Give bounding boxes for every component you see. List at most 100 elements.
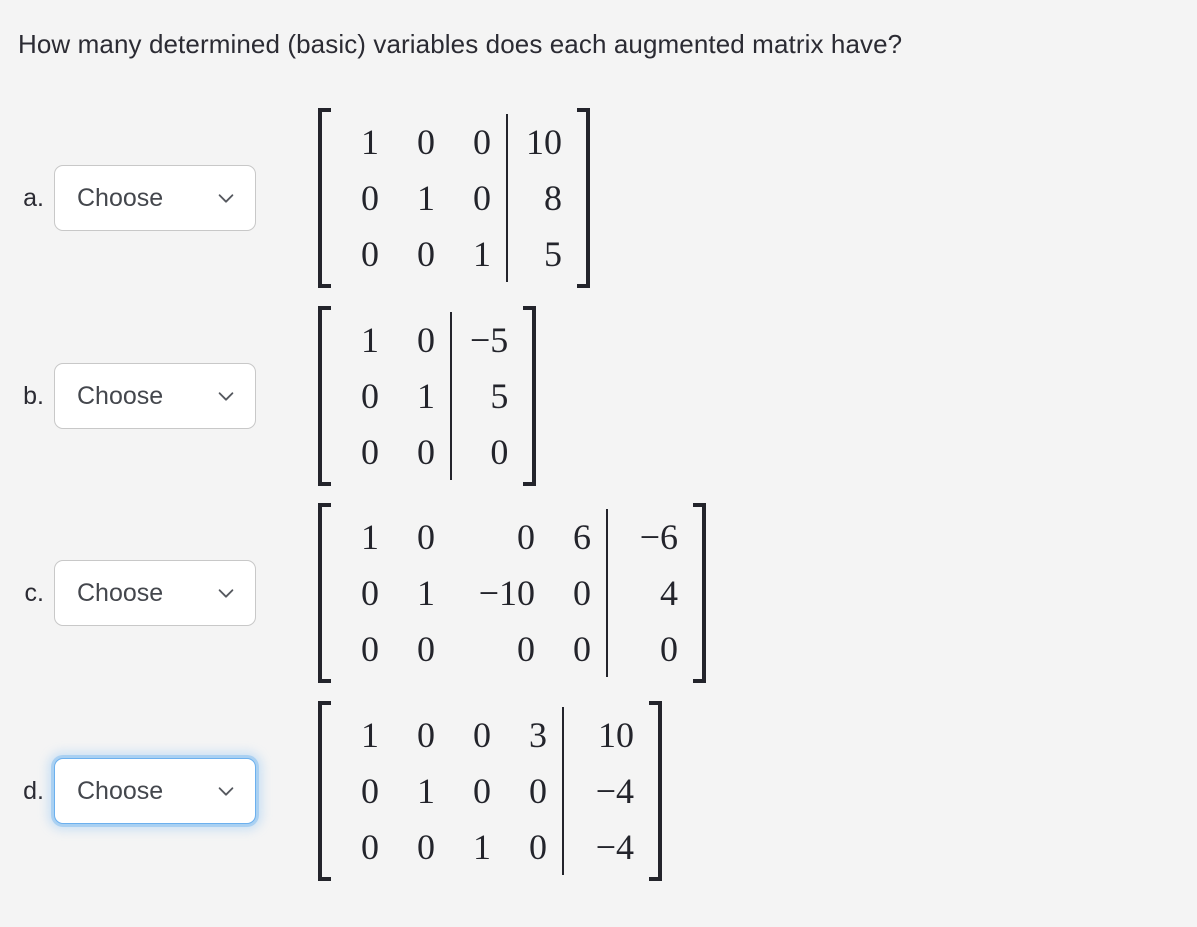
matrix-cell: 0 bbox=[660, 629, 678, 669]
matrix-cell: 0 bbox=[361, 573, 379, 613]
matrix-cell: −6 bbox=[639, 517, 678, 557]
matrix-bracket-right bbox=[690, 503, 706, 683]
chevron-down-icon bbox=[215, 385, 237, 407]
matrix-cell: 1 bbox=[417, 771, 435, 811]
matrix-cell: 0 bbox=[361, 376, 379, 416]
matrix-cell: 0 bbox=[417, 320, 435, 360]
matrix-bracket-right bbox=[646, 701, 662, 881]
matrix-column: −5 5 0 bbox=[456, 312, 520, 480]
matrix-coefficient-columns: 1 0 0 0 1 0 0 0 1 3 0 0 bbox=[334, 707, 558, 875]
matrix-body: 1 0 0 0 1 0 −5 5 0 bbox=[334, 306, 520, 486]
matrix-cell: 3 bbox=[529, 715, 547, 755]
matrix-cell: 0 bbox=[517, 517, 535, 557]
matrix-cell: 0 bbox=[417, 517, 435, 557]
matrix-cell: 5 bbox=[544, 234, 562, 274]
item-letter-b: b. bbox=[23, 381, 44, 410]
matrix-b: 1 0 0 0 1 0 −5 5 0 bbox=[318, 306, 537, 486]
matrix-column: 1 0 0 bbox=[334, 312, 390, 480]
matrix-cell: 0 bbox=[473, 122, 491, 162]
matrix-cell: 0 bbox=[473, 715, 491, 755]
matrix-cell: 1 bbox=[361, 517, 379, 557]
matrix-column: −6 4 0 bbox=[612, 509, 690, 677]
matrix-coefficient-columns: 1 0 0 0 1 0 0 0 1 bbox=[334, 114, 502, 282]
matrix-a: 1 0 0 0 1 0 0 0 1 10 8 5 bbox=[318, 108, 590, 288]
matrix-cell: 0 bbox=[490, 432, 509, 472]
matrix-body: 1 0 0 0 1 0 0 0 1 3 0 0 10 −4 −4 bbox=[334, 701, 646, 881]
matrix-cell: 4 bbox=[660, 573, 678, 613]
answer-select-a-value: Choose bbox=[77, 183, 164, 212]
answer-select-a[interactable]: Choose bbox=[54, 165, 256, 231]
chevron-down-icon bbox=[215, 780, 237, 802]
matrix-augmented-columns: −6 4 0 bbox=[612, 509, 690, 677]
question-item-d: d. Choose 1 0 0 0 1 0 0 0 1 3 0 0 10 −4 … bbox=[0, 701, 662, 881]
matrix-cell: 0 bbox=[361, 771, 379, 811]
matrix-cell: −5 bbox=[470, 320, 509, 360]
augmented-divider bbox=[562, 707, 564, 875]
augmented-divider bbox=[606, 509, 608, 677]
matrix-cell: 0 bbox=[361, 432, 379, 472]
matrix-coefficient-columns: 1 0 0 0 1 0 bbox=[334, 312, 446, 480]
matrix-cell: 0 bbox=[417, 234, 435, 274]
matrix-cell: 1 bbox=[473, 234, 491, 274]
matrix-cell: 1 bbox=[417, 178, 435, 218]
matrix-cell: 1 bbox=[473, 827, 491, 867]
matrix-augmented-columns: 10 −4 −4 bbox=[568, 707, 646, 875]
matrix-column: 0 0 1 bbox=[446, 707, 502, 875]
page-title: How many determined (basic) variables do… bbox=[18, 29, 903, 59]
chevron-down-icon bbox=[215, 582, 237, 604]
matrix-column: 0 0 1 bbox=[446, 114, 502, 282]
matrix-cell: 0 bbox=[361, 178, 379, 218]
augmented-divider bbox=[506, 114, 508, 282]
matrix-coefficient-columns: 1 0 0 0 1 0 0 −10 0 6 0 0 bbox=[334, 509, 602, 677]
matrix-column: 0 1 0 bbox=[390, 509, 446, 677]
question-item-c: c. Choose 1 0 0 0 1 0 0 −10 0 6 0 0 −6 4… bbox=[0, 503, 706, 683]
matrix-bracket-left bbox=[318, 503, 334, 683]
question-page: How many determined (basic) variables do… bbox=[0, 0, 1197, 927]
matrix-cell: 6 bbox=[573, 517, 591, 557]
matrix-cell: 0 bbox=[529, 827, 547, 867]
matrix-column: 0 1 0 bbox=[390, 312, 446, 480]
matrix-cell: 1 bbox=[417, 376, 435, 416]
question-item-a: a. Choose 1 0 0 0 1 0 0 0 1 10 8 5 bbox=[0, 108, 590, 288]
matrix-cell: 0 bbox=[573, 629, 591, 669]
answer-select-c[interactable]: Choose bbox=[54, 560, 256, 626]
matrix-cell: 0 bbox=[417, 715, 435, 755]
matrix-cell: 0 bbox=[473, 771, 491, 811]
matrix-column: 1 0 0 bbox=[334, 114, 390, 282]
matrix-bracket-left bbox=[318, 108, 334, 288]
matrix-cell: 0 bbox=[473, 178, 491, 218]
answer-select-d[interactable]: Choose bbox=[54, 758, 256, 824]
matrix-cell: 0 bbox=[361, 234, 379, 274]
matrix-cell: 0 bbox=[417, 432, 435, 472]
matrix-augmented-columns: 10 8 5 bbox=[512, 114, 574, 282]
matrix-bracket-left bbox=[318, 701, 334, 881]
matrix-cell: 0 bbox=[361, 827, 379, 867]
chevron-down-icon bbox=[215, 187, 237, 209]
matrix-bracket-right bbox=[520, 306, 537, 486]
matrix-cell: 1 bbox=[417, 573, 435, 613]
matrix-cell: −4 bbox=[595, 827, 634, 867]
matrix-cell: 8 bbox=[544, 178, 562, 218]
item-letter-a: a. bbox=[23, 183, 44, 212]
answer-select-b-value: Choose bbox=[77, 381, 164, 410]
matrix-cell: 0 bbox=[417, 827, 435, 867]
matrix-column: 1 0 0 bbox=[334, 509, 390, 677]
matrix-cell: 0 bbox=[417, 629, 435, 669]
matrix-c: 1 0 0 0 1 0 0 −10 0 6 0 0 −6 4 0 bbox=[318, 503, 706, 683]
matrix-column: 0 1 0 bbox=[390, 707, 446, 875]
answer-select-c-value: Choose bbox=[77, 578, 164, 607]
matrix-cell: 0 bbox=[573, 573, 591, 613]
question-item-b: b. Choose 1 0 0 0 1 0 −5 5 0 bbox=[0, 306, 537, 486]
matrix-column: 10 −4 −4 bbox=[568, 707, 646, 875]
answer-select-b[interactable]: Choose bbox=[54, 363, 256, 429]
matrix-column: 1 0 0 bbox=[334, 707, 390, 875]
matrix-d: 1 0 0 0 1 0 0 0 1 3 0 0 10 −4 −4 bbox=[318, 701, 662, 881]
matrix-cell: −10 bbox=[478, 573, 535, 613]
matrix-cell: 10 bbox=[526, 122, 562, 162]
matrix-column: 10 8 5 bbox=[512, 114, 574, 282]
matrix-bracket-right bbox=[574, 108, 590, 288]
answer-select-d-value: Choose bbox=[77, 776, 164, 805]
matrix-cell: 0 bbox=[517, 629, 535, 669]
item-letter-d: d. bbox=[23, 776, 44, 805]
matrix-cell: 5 bbox=[490, 376, 509, 416]
